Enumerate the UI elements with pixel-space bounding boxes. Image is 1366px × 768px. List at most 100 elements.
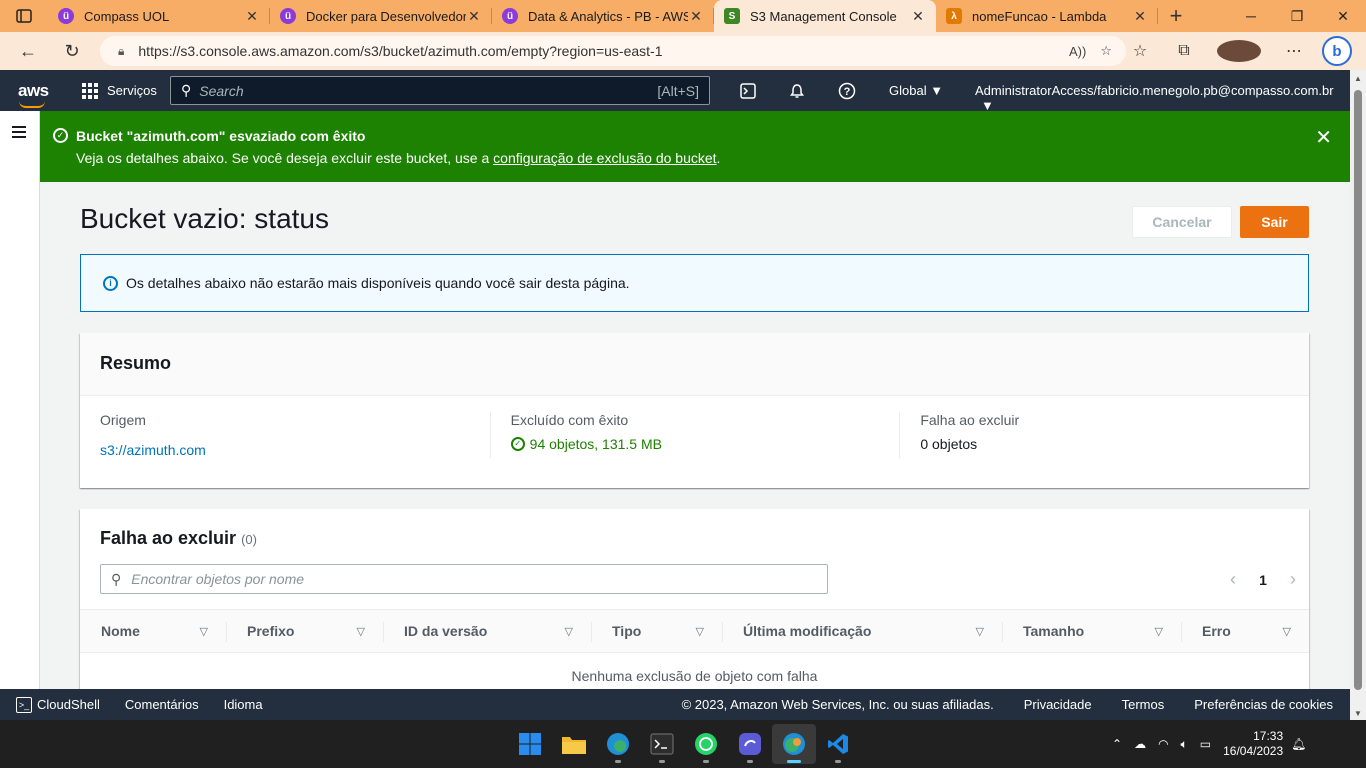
column-header-last-modified[interactable]: Última modificação ▽ — [722, 610, 1002, 652]
column-header-error[interactable]: Erro ▽ — [1181, 610, 1309, 652]
close-tab-icon[interactable]: ✕ — [244, 8, 260, 25]
search-shortcut: [Alt+S] — [657, 82, 699, 99]
scroll-up-icon[interactable]: ▲ — [1354, 74, 1362, 83]
close-tab-icon[interactable]: ✕ — [1132, 8, 1148, 25]
source-link[interactable]: s3://azimuth.com — [100, 442, 470, 458]
flash-close-icon[interactable]: ✕ — [1315, 125, 1332, 150]
success-label: Excluído com êxito — [510, 412, 629, 428]
bing-icon[interactable]: b — [1322, 36, 1352, 66]
terminal-icon[interactable] — [640, 724, 684, 764]
windows-taskbar: ⌃ ☁ ◠ 🔈︎ ▭ 17:33 16/04/2023 🔔︎ — [0, 720, 1366, 768]
file-explorer-icon[interactable] — [552, 724, 596, 764]
add-favorite-icon[interactable]: ☆ — [1100, 43, 1112, 59]
help-icon[interactable]: ? — [836, 80, 858, 102]
account-menu[interactable]: AdministratorAccess/fabricio.menegolo.pb… — [975, 83, 1350, 113]
chevron-up-icon[interactable]: ⌃ — [1112, 737, 1122, 751]
volume-icon[interactable]: 🔈︎ — [1181, 737, 1188, 752]
clock[interactable]: 17:33 16/04/2023 — [1223, 729, 1283, 759]
browser-tab[interactable]: ü Data & Analytics - PB - AWS ( ✕ — [492, 0, 714, 32]
prev-page-icon[interactable]: ‹ — [1218, 569, 1248, 590]
minimize-icon[interactable]: ─ — [1228, 0, 1274, 32]
close-tab-icon[interactable]: ✕ — [688, 8, 704, 25]
address-bar[interactable]: 🔒︎ https://s3.console.aws.amazon.com/s3/… — [100, 36, 1126, 66]
scrollbar-thumb[interactable] — [1354, 90, 1362, 690]
notification-icon[interactable]: 🔔︎ — [1291, 737, 1306, 751]
collections-icon[interactable]: ⧉ — [1162, 42, 1206, 60]
browser-tab[interactable]: λ nomeFuncao - Lambda ✕ — [936, 0, 1158, 32]
services-menu[interactable]: Serviços — [82, 82, 168, 99]
feedback-link[interactable]: Comentários — [125, 697, 199, 712]
battery-icon[interactable]: ▭ — [1200, 737, 1211, 751]
sort-icon: ▽ — [695, 625, 704, 638]
table-header: Nome ▽ Prefixo ▽ ID da versão ▽ Tipo ▽ Últim… — [80, 609, 1309, 653]
tab-actions-icon[interactable] — [0, 0, 48, 32]
tab-title: Compass UOL — [84, 8, 170, 24]
column-header-version-id[interactable]: ID da versão ▽ — [383, 610, 591, 652]
privacy-link[interactable]: Privacidade — [1024, 697, 1092, 712]
close-tab-icon[interactable]: ✕ — [910, 8, 926, 25]
edge-browser-icon[interactable] — [596, 724, 640, 764]
find-objects-input[interactable]: ⚲ Encontrar objetos por nome — [100, 564, 828, 594]
cloudshell-icon[interactable] — [737, 80, 759, 102]
language-link[interactable]: Idioma — [224, 697, 263, 712]
close-tab-icon[interactable]: ✕ — [466, 8, 482, 25]
scroll-down-icon[interactable]: ▼ — [1354, 709, 1362, 718]
clock-date: 16/04/2023 — [1223, 744, 1284, 758]
whatsapp-icon[interactable] — [684, 724, 728, 764]
refresh-icon[interactable]: ↻ — [50, 32, 94, 70]
window-close-icon[interactable]: ✕ — [1320, 0, 1366, 32]
failed-value: 0 objetos — [920, 436, 978, 452]
page-scrollbar[interactable]: ▲ ▼ — [1350, 70, 1366, 720]
column-header-type[interactable]: Tipo ▽ — [591, 610, 722, 652]
aws-logo[interactable]: aws — [0, 81, 66, 108]
cancel-button[interactable]: Cancelar — [1132, 206, 1232, 238]
edge-browser-active-icon[interactable] — [772, 724, 816, 764]
failed-heading: Falha ao excluir (0) — [100, 528, 257, 549]
cloud-icon[interactable]: ☁ — [1134, 737, 1146, 751]
exit-button[interactable]: Sair — [1240, 206, 1309, 238]
favorites-icon[interactable]: ☆ — [1118, 41, 1162, 61]
windows-start-icon[interactable] — [508, 724, 552, 764]
region-label: Global — [889, 83, 927, 98]
new-tab-icon[interactable]: + — [1158, 3, 1194, 29]
browser-tab[interactable]: ü Docker para Desenvolvedores ✕ — [270, 0, 492, 32]
tab-favicon-icon: S — [724, 8, 740, 24]
url-text: https://s3.console.aws.amazon.com/s3/buc… — [138, 43, 663, 59]
region-selector[interactable]: Global ▼ — [889, 83, 943, 98]
aws-search-input[interactable]: ⚲ Search [Alt+S] — [170, 76, 710, 105]
tab-favicon-icon: λ — [946, 8, 962, 24]
flash-description-suffix: . — [716, 150, 721, 166]
side-nav-rail — [0, 111, 40, 689]
app-purple-icon[interactable] — [728, 724, 772, 764]
browser-tab-active[interactable]: S S3 Management Console ✕ — [714, 0, 936, 32]
bucket-delete-config-link[interactable]: configuração de exclusão do bucket — [493, 150, 716, 166]
browser-toolbar: ← ↻ 🔒︎ https://s3.console.aws.amazon.com… — [0, 32, 1366, 70]
wifi-icon[interactable]: ◠ — [1158, 737, 1168, 751]
grid-icon — [82, 82, 98, 99]
cookie-preferences-link[interactable]: Preferências de cookies — [1194, 697, 1333, 712]
info-alert: i Os detalhes abaixo não estarão mais di… — [80, 254, 1309, 312]
column-header-size[interactable]: Tamanho ▽ — [1002, 610, 1181, 652]
next-page-icon[interactable]: › — [1278, 569, 1308, 590]
read-aloud-icon[interactable]: A)) — [1069, 44, 1086, 59]
column-label: Prefixo — [247, 623, 295, 639]
back-icon[interactable]: ← — [6, 32, 50, 70]
column-header-prefix[interactable]: Prefixo ▽ — [226, 610, 383, 652]
profile-avatar[interactable] — [1217, 40, 1261, 62]
vscode-icon[interactable] — [816, 724, 860, 764]
terms-link[interactable]: Termos — [1122, 697, 1165, 712]
cloudshell-button[interactable]: >_ CloudShell — [16, 696, 100, 713]
browser-tab-strip: ü Compass UOL ✕ ü Docker para Desenvolve… — [0, 0, 1366, 32]
restore-icon[interactable]: ❐ — [1274, 0, 1320, 32]
failed-count: (0) — [241, 532, 257, 547]
browser-tab[interactable]: ü Compass UOL ✕ — [48, 0, 270, 32]
column-label: Nome — [101, 623, 140, 639]
find-objects-placeholder: Encontrar objetos por nome — [131, 571, 305, 587]
column-header-name[interactable]: Nome ▽ — [80, 610, 226, 652]
bell-icon[interactable] — [786, 80, 808, 102]
running-indicator — [787, 760, 801, 763]
hamburger-menu-icon[interactable] — [12, 126, 26, 138]
more-options-icon[interactable]: ⋯ — [1272, 41, 1316, 61]
success-check-icon: ✓ — [53, 128, 68, 143]
page-number[interactable]: 1 — [1248, 572, 1278, 588]
